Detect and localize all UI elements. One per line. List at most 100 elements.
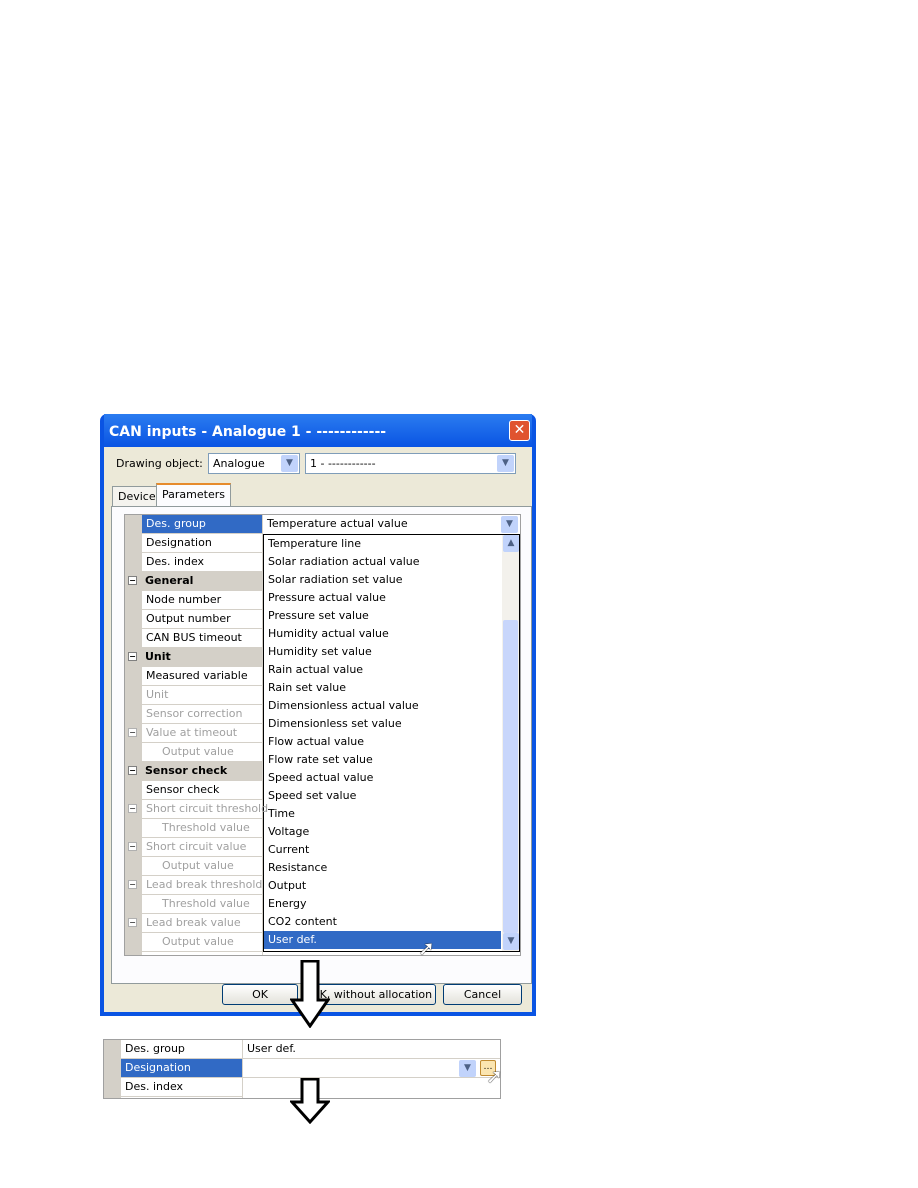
dropdown-option[interactable]: Current xyxy=(264,841,501,859)
grid-row-label: Output value xyxy=(162,859,234,872)
dropdown-option[interactable]: Solar radiation set value xyxy=(264,571,501,589)
grid-row[interactable]: Designation xyxy=(142,534,262,553)
collapse-icon[interactable]: − xyxy=(128,804,137,813)
dropdown-option[interactable]: Dimensionless set value xyxy=(264,715,501,733)
grid-row[interactable]: Measured variable xyxy=(142,667,262,686)
down-arrow-icon xyxy=(290,1078,330,1124)
grid-row[interactable]: Des. index xyxy=(142,553,262,572)
grid-row-label: Sensor check xyxy=(145,764,228,777)
result-row-des-group[interactable]: Des. group xyxy=(121,1040,242,1059)
grid-row: Unit xyxy=(142,686,262,705)
grid-row[interactable]: Node number xyxy=(142,591,262,610)
grid-row[interactable]: Des. group xyxy=(142,515,262,534)
result-row-designation[interactable]: Designation xyxy=(121,1059,242,1078)
result-row-des-index[interactable]: Des. index xyxy=(121,1078,242,1097)
tab-device[interactable]: Device xyxy=(112,486,162,506)
scrollbar-thumb[interactable] xyxy=(503,620,518,933)
chevron-down-icon[interactable]: ▼ xyxy=(501,516,518,533)
grid-row-label: Lead break value xyxy=(146,916,241,929)
grid-row-label: Unit xyxy=(145,650,171,663)
chevron-down-icon[interactable]: ▼ xyxy=(503,933,519,950)
grid-row-label: Unit xyxy=(146,688,169,701)
dropdown-option[interactable]: Rain actual value xyxy=(264,661,501,679)
grid-row[interactable]: − General xyxy=(125,572,262,591)
mouse-cursor-icon: ➚ xyxy=(486,1064,503,1088)
dropdown-option[interactable]: Dimensionless actual value xyxy=(264,697,501,715)
dropdown-option[interactable]: Speed set value xyxy=(264,787,501,805)
ok-button[interactable]: OK xyxy=(222,984,298,1005)
collapse-icon[interactable]: − xyxy=(128,766,137,775)
chevron-up-icon[interactable]: ▲ xyxy=(503,535,519,552)
down-arrow-icon xyxy=(290,960,330,1028)
grid-row[interactable]: Sensor check xyxy=(142,781,262,800)
collapse-icon[interactable]: − xyxy=(128,880,137,889)
dropdown-option[interactable]: Voltage xyxy=(264,823,501,841)
dropdown-option[interactable]: User def. xyxy=(264,931,501,949)
grid-row-label: Short circuit value xyxy=(146,840,247,853)
grid-row-label: Value at timeout xyxy=(146,726,238,739)
can-inputs-dialog: CAN inputs - Analogue 1 - ------------ ✕… xyxy=(100,414,536,1016)
cancel-button[interactable]: Cancel xyxy=(443,984,522,1005)
close-icon[interactable]: ✕ xyxy=(509,420,530,441)
chevron-down-icon[interactable]: ▼ xyxy=(459,1060,476,1077)
result-designation-value[interactable]: ▼ … xyxy=(243,1059,500,1078)
grid-row: Threshold value xyxy=(142,819,262,838)
grid-row: − Lead break threshold xyxy=(128,876,262,895)
dropdown-option[interactable]: Humidity actual value xyxy=(264,625,501,643)
chevron-down-icon[interactable]: ▼ xyxy=(497,455,514,472)
dropdown-option[interactable]: Pressure set value xyxy=(264,607,501,625)
parameters-panel: Temperature actual value ▼ User def. CO2 … xyxy=(111,506,532,984)
grid-row-label: Threshold value xyxy=(162,897,250,910)
dropdown-option[interactable]: Flow rate set value xyxy=(264,751,501,769)
grid-row-label: Output value xyxy=(162,745,234,758)
grid-gutter xyxy=(104,1040,121,1098)
grid-row[interactable]: Output number xyxy=(142,610,262,629)
grid-row-label: Output value xyxy=(162,935,234,948)
des-group-dropdown-list: User def. CO2 content Energy Output Resistan… xyxy=(263,534,520,952)
collapse-icon[interactable]: − xyxy=(128,652,137,661)
dropdown-scrollbar[interactable]: ▲ ▼ xyxy=(502,535,519,951)
grid-row-label: Measured variable xyxy=(146,669,248,682)
property-grid: Temperature actual value ▼ User def. CO2 … xyxy=(124,514,521,956)
dropdown-option[interactable]: Solar radiation actual value xyxy=(264,553,501,571)
grid-row: − Lead break value xyxy=(128,914,262,933)
mouse-cursor-icon: ➚ xyxy=(418,936,435,960)
grid-row-label: CAN BUS timeout xyxy=(146,631,242,644)
drawing-object-item-select[interactable]: 1 - ------------ ▼ xyxy=(305,453,516,474)
collapse-icon[interactable]: − xyxy=(128,728,137,737)
collapse-icon[interactable]: − xyxy=(128,576,137,585)
tab-parameters[interactable]: Parameters xyxy=(156,483,231,507)
grid-row-label: Threshold value xyxy=(162,821,250,834)
grid-row-label: Short circuit threshold xyxy=(146,802,269,815)
dropdown-option[interactable]: Time xyxy=(264,805,501,823)
grid-row-label: Des. group xyxy=(146,517,206,530)
dropdown-option[interactable]: Rain set value xyxy=(264,679,501,697)
grid-row[interactable]: − Unit xyxy=(125,648,262,667)
dropdown-option[interactable]: Resistance xyxy=(264,859,501,877)
dropdown-option[interactable]: Speed actual value xyxy=(264,769,501,787)
dropdown-option[interactable]: Flow actual value xyxy=(264,733,501,751)
grid-row-label: Des. index xyxy=(146,555,205,568)
drawing-object-type-select[interactable]: Analogue ▼ xyxy=(208,453,300,474)
dropdown-option[interactable]: Energy xyxy=(264,895,501,913)
grid-row[interactable]: CAN BUS timeout xyxy=(142,629,262,648)
des-group-value[interactable]: Temperature actual value ▼ xyxy=(263,515,520,534)
dropdown-option[interactable]: Pressure actual value xyxy=(264,589,501,607)
chevron-down-icon[interactable]: ▼ xyxy=(281,455,298,472)
grid-row-label: Sensor check xyxy=(146,783,220,796)
collapse-icon[interactable]: − xyxy=(128,842,137,851)
dialog-title: CAN inputs - Analogue 1 - ------------ xyxy=(104,414,532,447)
grid-row-label: Node number xyxy=(146,593,222,606)
dropdown-option[interactable]: Temperature line xyxy=(264,535,501,553)
grid-row[interactable]: − Sensor check xyxy=(125,762,262,781)
dialog-body: Drawing object: Analogue ▼ 1 - ---------… xyxy=(104,447,532,1012)
drawing-object-label: Drawing object: xyxy=(116,457,203,470)
grid-row-label: Designation xyxy=(146,536,212,549)
dropdown-option[interactable]: CO2 content xyxy=(264,913,501,931)
dropdown-option[interactable]: Output xyxy=(264,877,501,895)
dropdown-option[interactable]: Humidity set value xyxy=(264,643,501,661)
des-group-value-text: Temperature actual value xyxy=(267,517,408,530)
grid-row: − Short circuit value xyxy=(128,838,262,857)
collapse-icon[interactable]: − xyxy=(128,918,137,927)
grid-row: − Value at timeout xyxy=(128,724,262,743)
